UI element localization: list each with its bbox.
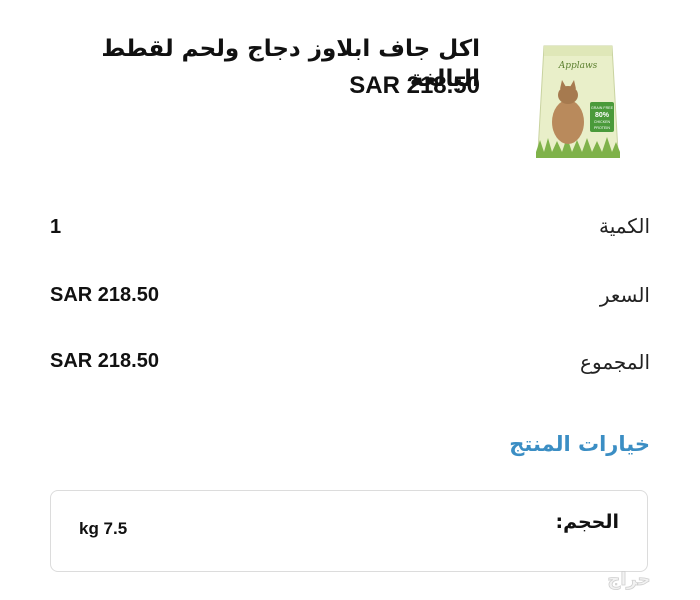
total-value: SAR 218.50 <box>50 350 159 372</box>
price-value: SAR 218.50 <box>50 284 159 306</box>
total-label: المجموع <box>580 350 650 374</box>
quantity-label: الكمية <box>598 214 650 238</box>
haraj-watermark-logo: حراج <box>607 569 651 591</box>
price-label: السعر <box>599 283 650 307</box>
product-option-card: الحجم: kg 7.5 <box>50 490 648 572</box>
badge-line-2: 80% <box>595 112 610 119</box>
size-option-value: kg 7.5 <box>79 519 128 538</box>
quantity-value: 1 <box>50 216 62 238</box>
watermark-text: حراج <box>607 569 650 590</box>
badge-line-3: CHICKEN <box>594 120 611 124</box>
product-image: Applaws GRAIN FREE 80% CHICKEN PROTEIN <box>536 45 620 158</box>
size-option-label: الحجم: <box>555 511 619 533</box>
product-options-heading: خيارات المنتج <box>509 432 650 456</box>
product-price: SAR 218.50 <box>349 72 480 99</box>
badge-line-1: GRAIN FREE <box>591 106 614 110</box>
badge-line-4: PROTEIN <box>594 126 610 130</box>
brand-logo-text: Applaws <box>558 61 598 71</box>
